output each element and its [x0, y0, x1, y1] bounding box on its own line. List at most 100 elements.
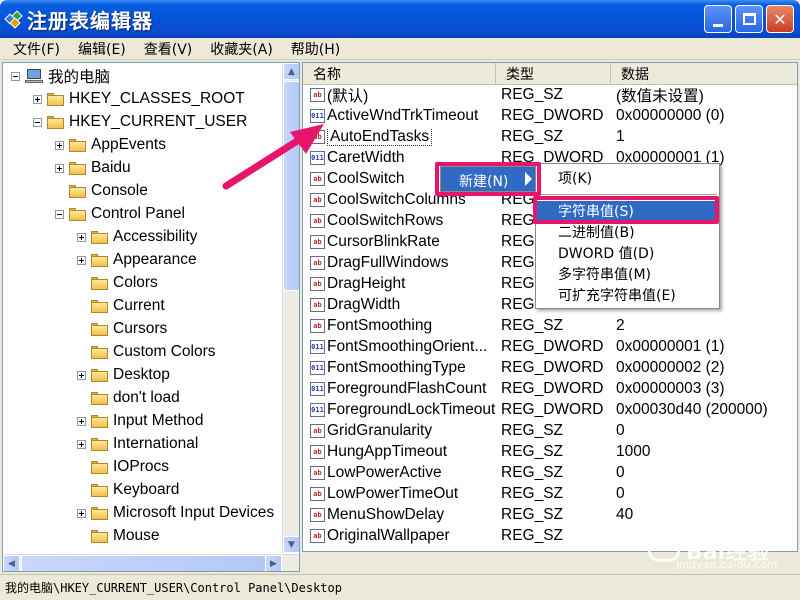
tree-node[interactable]: Custom Colors [77, 341, 216, 363]
hscroll-thumb[interactable] [21, 555, 266, 571]
folder-icon [91, 483, 108, 497]
value-row[interactable]: ab FontSmoothing REG_SZ 2 [303, 315, 797, 336]
value-row[interactable]: 011 FontSmoothingType REG_DWORD 0x00000002 … [303, 357, 797, 378]
value-row[interactable]: 011 ForegroundLockTimeout REG_DWORD 0x00030… [303, 399, 797, 420]
tree-node[interactable]: International [77, 433, 198, 455]
tree-node[interactable]: Accessibility [77, 226, 197, 248]
tree-node-label: Baidu [91, 159, 131, 176]
tree-node[interactable]: don't load [77, 387, 180, 409]
value-row[interactable]: ab LowPowerActive REG_SZ 0 [303, 462, 797, 483]
value-row[interactable]: 011 ForegroundFlashCount REG_DWORD 0x000000… [303, 378, 797, 399]
value-row[interactable]: ab (默认) REG_SZ (数值未设置) [303, 84, 797, 105]
tree-horizontal-scrollbar[interactable]: ◀ ▶ [3, 554, 299, 571]
folder-icon [91, 299, 108, 313]
menu-favorites[interactable]: 收藏夹(A) [201, 39, 282, 59]
expand-plus-icon[interactable] [77, 255, 86, 265]
scroll-up-icon[interactable]: ▲ [283, 63, 299, 80]
value-row[interactable]: ab HungAppTimeout REG_SZ 1000 [303, 441, 797, 462]
value-type: REG_DWORD [501, 379, 604, 397]
tree-node[interactable]: Colors [77, 272, 158, 294]
value-type: REG_DWORD [501, 400, 604, 418]
column-header-type[interactable]: 类型 [496, 63, 611, 85]
dword-value-icon: 011 [310, 381, 325, 396]
value-row[interactable]: 011 ActiveWndTrkTimeout REG_DWORD 0x0000000… [303, 105, 797, 126]
value-data: (数值未设置) [616, 87, 704, 105]
scroll-left-icon[interactable]: ◀ [3, 555, 20, 571]
expand-plus-icon[interactable] [77, 370, 86, 380]
list-header: 名称 类型 数据 [303, 63, 797, 85]
tree-node[interactable]: Current [77, 295, 165, 317]
collapse-minus-icon[interactable] [33, 117, 42, 127]
collapse-minus-icon[interactable] [55, 209, 64, 219]
tree-node[interactable]: AppEvents [55, 134, 166, 156]
scroll-down-icon[interactable]: ▼ [283, 536, 299, 553]
value-name: ForegroundFlashCount [327, 379, 487, 397]
submenu-multistring-value[interactable]: 多字符串值(M) [536, 264, 719, 284]
value-row[interactable]: 011 FontSmoothingOrient... REG_DWORD 0x0000… [303, 336, 797, 357]
tree-node[interactable]: Input Method [77, 410, 203, 432]
value-data: 0x00000000 (0) [616, 106, 725, 124]
tree-node[interactable]: HKEY_CLASSES_ROOT [33, 88, 245, 110]
value-row[interactable]: ab AutoEndTasks REG_SZ 1 [303, 126, 797, 147]
expand-plus-icon[interactable] [55, 163, 64, 173]
tree-node[interactable]: Cursors [77, 318, 167, 340]
expand-plus-icon[interactable] [77, 232, 86, 242]
title-bar[interactable]: 注册表编辑器 ✕ [0, 0, 800, 38]
string-value-icon: ab [310, 276, 325, 291]
folder-icon [69, 207, 86, 221]
maximize-button[interactable] [735, 5, 763, 33]
collapse-minus-icon[interactable] [11, 71, 20, 81]
window-title: 注册表编辑器 [27, 8, 153, 33]
expand-plus-icon[interactable] [77, 508, 86, 518]
scroll-right-icon[interactable]: ▶ [265, 555, 282, 571]
highlight-new-menu [435, 162, 541, 196]
tree-node[interactable]: Desktop [77, 364, 170, 386]
submenu-dword-value[interactable]: DWORD 值(D) [536, 243, 719, 263]
tree-node[interactable]: Control Panel [55, 203, 185, 225]
tree-node[interactable]: Console [55, 180, 148, 202]
column-header-data[interactable]: 数据 [611, 63, 797, 85]
expand-plus-icon[interactable] [33, 94, 42, 104]
submenu-expandable-string-value[interactable]: 可扩充字符串值(E) [536, 285, 719, 305]
tree-node-label: Appearance [113, 251, 197, 268]
string-value-icon: ab [310, 255, 325, 270]
close-icon: ✕ [773, 9, 787, 29]
tree-node[interactable]: HKEY_CURRENT_USER [33, 111, 247, 133]
folder-icon [91, 506, 108, 520]
value-type: REG_DWORD [501, 358, 604, 376]
tree-node[interactable]: Baidu [55, 157, 131, 179]
tree-node[interactable]: Keyboard [77, 479, 179, 501]
close-button[interactable]: ✕ [766, 5, 794, 33]
tree-node[interactable]: IOProcs [77, 456, 169, 478]
menu-edit[interactable]: 编辑(E) [69, 39, 135, 59]
folder-open-icon [91, 368, 108, 382]
expand-plus-icon[interactable] [55, 140, 64, 150]
menu-file[interactable]: 文件(F) [4, 39, 69, 59]
value-type: REG_SZ [501, 316, 564, 334]
value-row[interactable]: ab MenuShowDelay REG_SZ 40 [303, 504, 797, 525]
tree-node-label: Cursors [113, 320, 168, 337]
menu-help[interactable]: 帮助(H) [282, 39, 349, 59]
annotation-arrow-icon [222, 124, 324, 190]
tree-node[interactable]: 我的电脑 [11, 65, 110, 87]
tree-node-label: AppEvents [91, 136, 166, 153]
tree-node-label: Accessibility [113, 228, 198, 245]
menu-view[interactable]: 查看(V) [135, 39, 202, 59]
minimize-button[interactable] [704, 5, 732, 33]
submenu-key[interactable]: 项(K) [536, 168, 719, 188]
tree-node[interactable]: Appearance [77, 249, 197, 271]
column-header-name[interactable]: 名称 [303, 63, 496, 85]
computer-icon [25, 68, 43, 84]
expand-plus-icon[interactable] [77, 439, 86, 449]
tree-node-label: 我的电脑 [48, 69, 111, 86]
value-row[interactable]: ab LowPowerTimeOut REG_SZ 0 [303, 483, 797, 504]
value-type: REG_SZ [501, 127, 564, 145]
value-type: REG_SZ [501, 85, 564, 103]
tree-node[interactable]: Mouse [77, 525, 160, 547]
expand-plus-icon[interactable] [77, 416, 86, 426]
submenu-binary-value[interactable]: 二进制值(B) [536, 222, 719, 242]
tree-node[interactable]: Microsoft Input Devices [77, 502, 274, 524]
value-type: REG [501, 274, 535, 292]
folder-icon [91, 529, 108, 543]
value-row[interactable]: ab GridGranularity REG_SZ 0 [303, 420, 797, 441]
